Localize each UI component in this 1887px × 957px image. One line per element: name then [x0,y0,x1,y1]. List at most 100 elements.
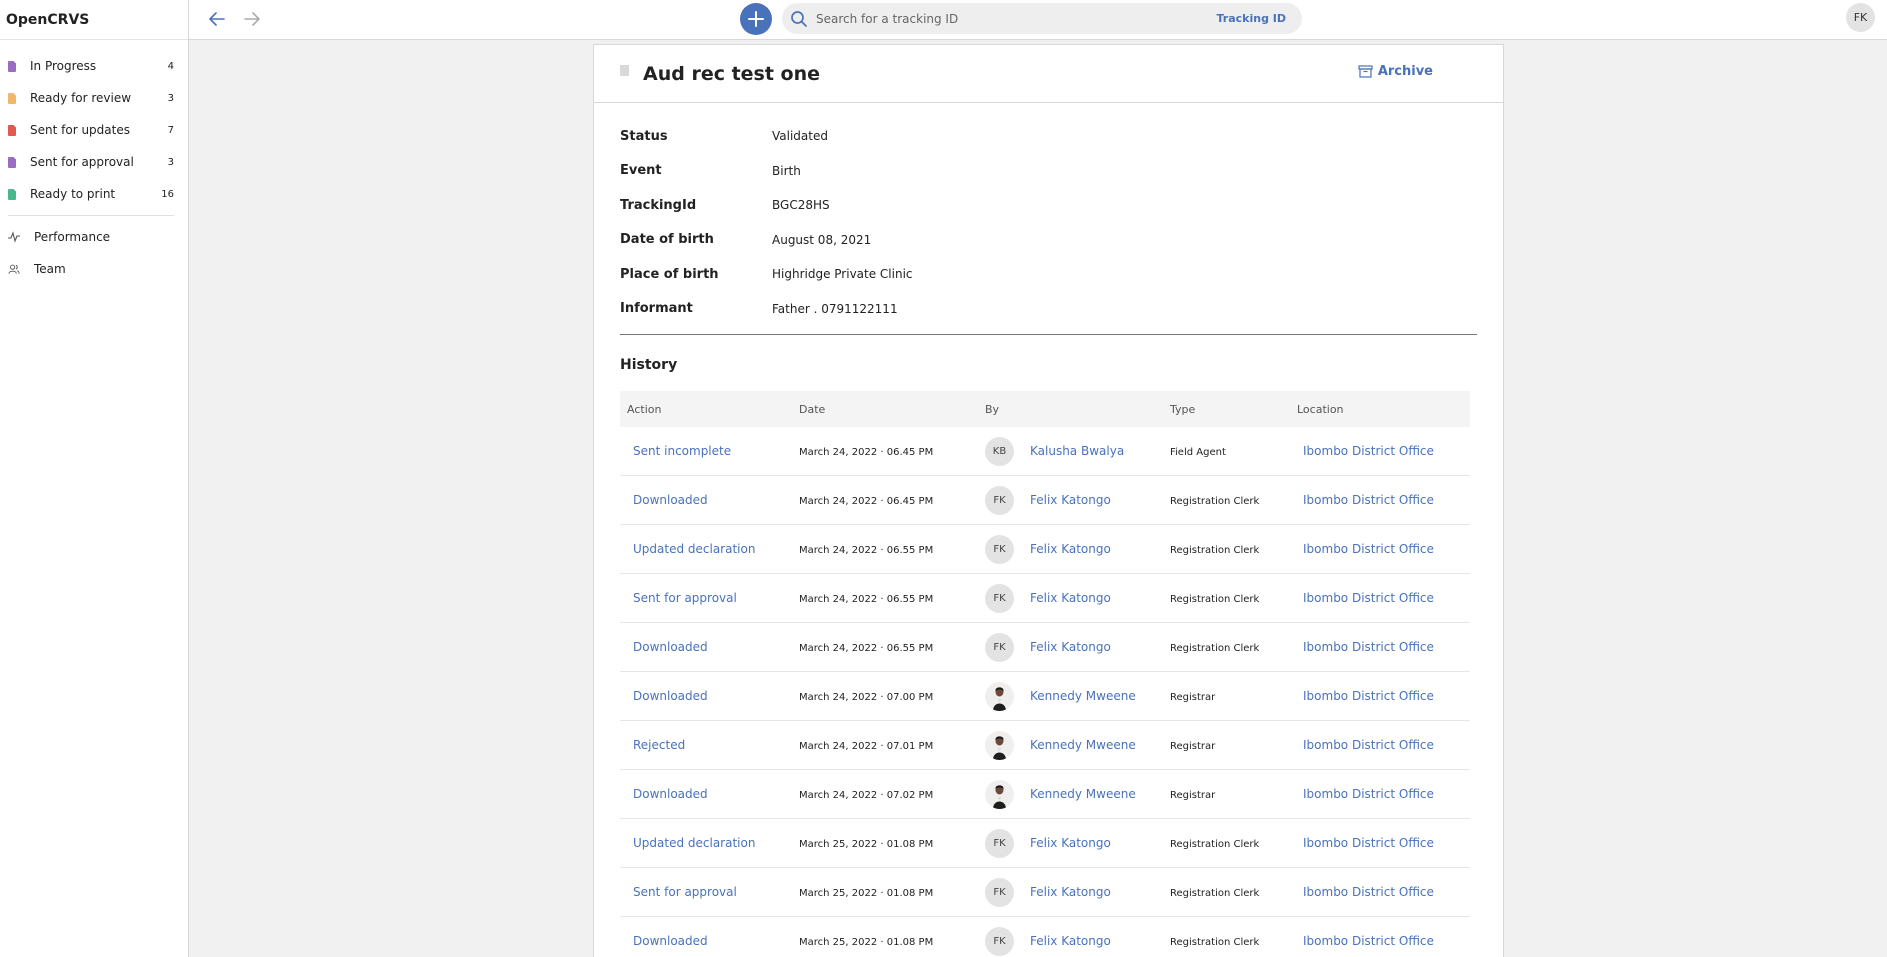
action-date: March 24, 2022 · 06.55 PM [799,642,934,654]
history-title: History [620,357,678,373]
user-type: Registrar [1170,691,1216,703]
user-type: Registration Clerk [1170,544,1260,556]
user-avatar: FK [985,632,1014,662]
detail-row: Status Validated [620,119,1477,154]
action-date: March 24, 2022 · 06.45 PM [799,446,934,458]
action-date: March 24, 2022 · 07.00 PM [799,691,934,703]
table-row: Sent incomplete March 24, 2022 · 06.45 PM… [620,427,1470,476]
action-link[interactable]: Downloaded [633,689,708,703]
user-link[interactable]: Felix Katongo [1030,542,1111,556]
search-icon [791,10,807,27]
search-type-selector[interactable]: Tracking ID [1216,12,1286,25]
new-event-button[interactable] [740,3,772,35]
detail-key: Place of birth [620,266,719,282]
action-link[interactable]: Sent for approval [633,591,737,605]
user-avatar: FK [985,926,1014,956]
location-link[interactable]: Ibombo District Office [1303,493,1434,507]
detail-row: Event Birth [620,154,1477,189]
sidebar-item-count: 7 [167,124,174,136]
sidebar-item-count: 3 [167,92,174,104]
column-header: By [985,402,1000,416]
sidebar-item-team[interactable]: Team [0,253,188,285]
detail-key: Date of birth [620,232,714,248]
sidebar-item-ready-to-print[interactable]: Ready to print 16 [0,178,188,210]
action-date: March 24, 2022 · 07.01 PM [799,740,934,752]
document-icon [620,65,629,76]
sidebar-item-ready-for-review[interactable]: Ready for review 3 [0,82,188,114]
action-date: March 25, 2022 · 01.08 PM [799,887,934,899]
user-link[interactable]: Felix Katongo [1030,640,1111,654]
action-link[interactable]: Sent for approval [633,885,737,899]
table-row: Updated declaration March 25, 2022 · 01.0… [620,819,1470,868]
record-details: Status Validated Event Birth TrackingId BGC… [594,103,1503,326]
sidebar-item-performance[interactable]: Performance [0,221,188,253]
table-row: Downloaded March 24, 2022 · 07.00 PM Kenne… [620,672,1470,721]
action-link[interactable]: Downloaded [633,493,708,507]
archive-label: Archive [1377,64,1433,79]
location-link[interactable]: Ibombo District Office [1303,836,1434,850]
user-type: Registrar [1170,740,1216,752]
location-link[interactable]: Ibombo District Office [1303,689,1434,703]
user-link[interactable]: Felix Katongo [1030,836,1111,850]
user-type: Registration Clerk [1170,642,1260,654]
user-link[interactable]: Kennedy Mweene [1030,738,1136,752]
location-link[interactable]: Ibombo District Office [1303,542,1434,556]
table-header: Action Date By Type Location [620,391,1470,427]
sidebar-item-in-progress[interactable]: In Progress 4 [0,50,188,82]
user-link[interactable]: Felix Katongo [1030,493,1111,507]
action-date: March 25, 2022 · 01.08 PM [799,936,934,948]
detail-value: Highridge Private Clinic [772,267,913,282]
action-date: March 24, 2022 · 06.55 PM [799,593,934,605]
sidebar-item-label: Sent for approval [30,155,134,169]
action-link[interactable]: Downloaded [633,787,708,801]
user-link[interactable]: Kennedy Mweene [1030,689,1136,703]
sidebar-item-count: 3 [167,156,174,168]
user-link[interactable]: Kalusha Bwalya [1030,444,1124,458]
action-link[interactable]: Rejected [633,738,685,752]
user-type: Field Agent [1170,446,1226,458]
location-link[interactable]: Ibombo District Office [1303,787,1434,801]
sidebar-divider [8,215,174,216]
location-link[interactable]: Ibombo District Office [1303,591,1434,605]
sidebar-item-label: Sent for updates [30,123,130,137]
user-type: Registration Clerk [1170,593,1260,605]
sidebar-item-label: Ready for review [30,91,132,105]
forward-arrow-icon[interactable] [241,8,263,30]
user-link[interactable]: Felix Katongo [1030,885,1111,899]
detail-value: Birth [772,163,801,178]
table-row: Downloaded March 24, 2022 · 07.02 PM Kenne… [620,770,1470,819]
user-link[interactable]: Kennedy Mweene [1030,787,1136,801]
location-link[interactable]: Ibombo District Office [1303,738,1434,752]
user-link[interactable]: Felix Katongo [1030,934,1111,948]
detail-value: Validated [772,129,828,144]
action-link[interactable]: Downloaded [633,640,708,654]
action-date: March 25, 2022 · 01.08 PM [799,838,934,850]
archive-button[interactable]: Archive [1358,64,1433,79]
user-avatar: FK [985,828,1014,858]
table-row: Updated declaration March 24, 2022 · 06.5… [620,525,1470,574]
action-link[interactable]: Updated declaration [633,836,755,850]
sidebar-item-label: Team [34,262,66,276]
detail-value: BGC28HS [772,198,830,213]
location-link[interactable]: Ibombo District Office [1303,640,1434,654]
action-link[interactable]: Sent incomplete [633,444,731,458]
user-avatar[interactable]: FK [1846,3,1875,32]
sidebar-nav: In Progress 4 Ready for review 3 Sent fo… [0,40,188,285]
sidebar: OpenCRVS In Progress 4 Ready for review … [0,0,189,957]
sidebar-item-label: Performance [34,230,111,244]
user-type: Registration Clerk [1170,838,1260,850]
user-link[interactable]: Felix Katongo [1030,591,1111,605]
location-link[interactable]: Ibombo District Office [1303,444,1434,458]
plus-icon [748,11,764,27]
search-input[interactable] [816,11,1217,26]
activity-icon [8,231,20,243]
action-link[interactable]: Updated declaration [633,542,755,556]
back-arrow-icon[interactable] [206,8,228,30]
sidebar-item-sent-for-updates[interactable]: Sent for updates 7 [0,114,188,146]
action-link[interactable]: Downloaded [633,934,708,948]
table-row: Downloaded March 24, 2022 · 06.45 PM FK Fel… [620,476,1470,525]
location-link[interactable]: Ibombo District Office [1303,934,1434,948]
archive-icon [1358,65,1373,78]
sidebar-item-sent-for-approval[interactable]: Sent for approval 3 [0,146,188,178]
location-link[interactable]: Ibombo District Office [1303,885,1434,899]
